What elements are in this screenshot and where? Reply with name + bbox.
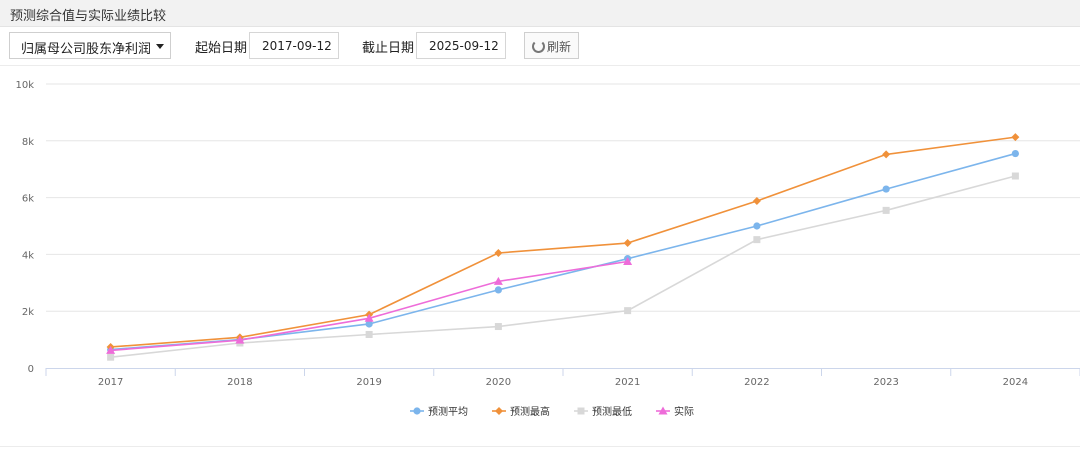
x-tick-label: 2023	[873, 377, 898, 388]
legend-marker	[577, 407, 585, 415]
refresh-button[interactable]: 刷新	[524, 32, 579, 59]
bottom-divider	[0, 446, 1080, 447]
series-line	[110, 175, 1016, 359]
legend-item: 预测最低	[574, 405, 632, 418]
chart-legend[interactable]: 预测平均 预测最高 预测最低 实际	[410, 405, 694, 418]
y-tick-label: 8k	[22, 137, 34, 148]
chart-gridlines	[46, 83, 1080, 312]
toolbar: 归属母公司股东净利润 起始日期 截止日期 刷新	[0, 27, 1080, 65]
x-tick-label: 2022	[744, 377, 769, 388]
series-square	[107, 172, 1019, 361]
legend-label: 预测最低	[592, 405, 632, 418]
x-axis: 2017 2018 2019 2020 2021 2022 2023 2024	[45, 368, 1080, 388]
data-point	[624, 307, 632, 315]
metric-select[interactable]: 归属母公司股东净利润	[9, 32, 171, 59]
panel-title-bar: 预测综合值与实际业绩比较	[0, 0, 1080, 27]
caret-down-icon	[156, 44, 164, 49]
forecast-line-chart: 0 2k 4k 6k 8k 10k 2017 2018 2019 2020 2021 2022 202…	[15, 80, 1080, 418]
series-circle	[107, 149, 1019, 354]
data-point	[494, 248, 503, 257]
data-point	[1011, 149, 1019, 158]
legend-label: 实际	[674, 405, 694, 418]
data-point	[753, 236, 761, 244]
x-tick-label: 2019	[356, 377, 381, 388]
data-point	[753, 222, 761, 230]
legend-label: 预测最高	[510, 405, 550, 418]
data-point	[882, 185, 890, 193]
start-date-label: 起始日期	[195, 41, 248, 56]
data-point	[107, 353, 115, 361]
y-tick-label: 10k	[15, 80, 34, 91]
data-point	[494, 286, 502, 294]
refresh-icon	[532, 40, 545, 53]
data-point	[623, 239, 632, 248]
x-tick-label: 2018	[227, 377, 252, 388]
legend-item: 实际	[656, 405, 694, 418]
x-tick-label: 2024	[1003, 377, 1028, 388]
panel-title: 预测综合值与实际业绩比较	[10, 9, 167, 24]
y-axis: 0 2k 4k 6k 8k 10k	[15, 80, 34, 375]
series-triangle	[106, 257, 633, 354]
y-tick-label: 6k	[22, 194, 34, 205]
x-tick-label: 2020	[486, 377, 511, 388]
legend-marker	[495, 407, 503, 415]
data-point	[494, 323, 502, 331]
legend-label: 预测平均	[428, 405, 468, 418]
y-tick-label: 0	[28, 364, 34, 375]
legend-item: 预测平均	[410, 405, 468, 418]
data-point	[752, 197, 761, 206]
end-date-label: 截止日期	[362, 41, 415, 56]
chart-series	[106, 133, 1020, 361]
data-point	[882, 150, 891, 159]
series-line	[110, 136, 1016, 348]
x-tick-label: 2021	[615, 377, 640, 388]
series-line	[110, 152, 1016, 351]
data-point	[1011, 172, 1019, 180]
data-point	[882, 206, 890, 214]
y-tick-label: 4k	[22, 250, 34, 261]
data-point	[1011, 133, 1020, 142]
start-date-input[interactable]	[249, 32, 339, 59]
metric-select-value: 归属母公司股东净利润	[21, 42, 152, 57]
legend-item: 预测最高	[492, 405, 550, 418]
x-tick-label: 2017	[98, 377, 123, 388]
y-tick-label: 2k	[22, 307, 34, 318]
end-date-input[interactable]	[416, 32, 506, 59]
data-point	[365, 330, 373, 338]
refresh-button-label: 刷新	[547, 40, 572, 54]
legend-marker	[413, 407, 421, 415]
